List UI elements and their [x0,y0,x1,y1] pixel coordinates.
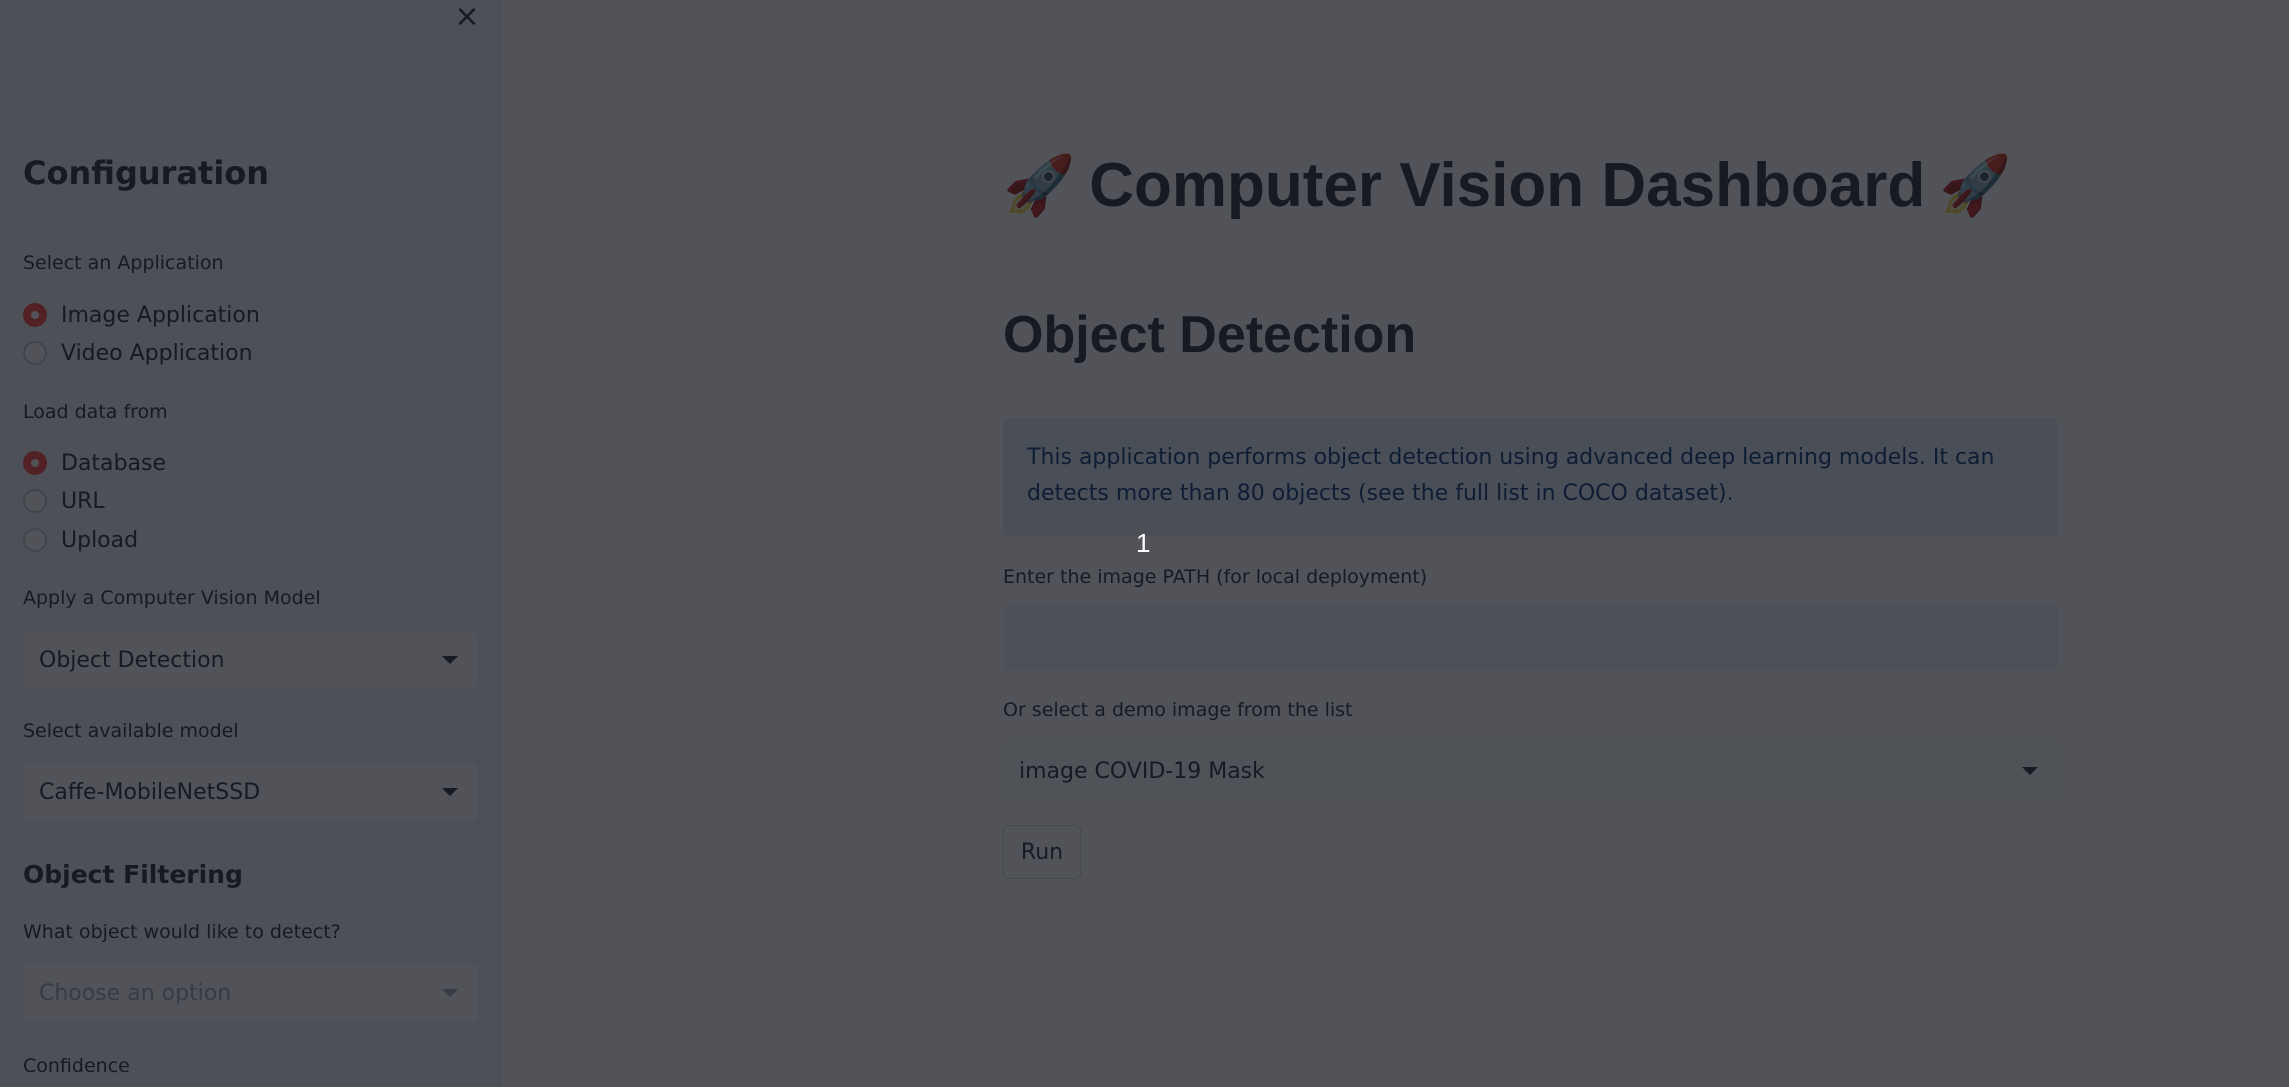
radio-label: Database [61,450,166,476]
filter-label: What object would like to detect? [23,921,341,943]
run-button[interactable]: Run [1003,825,1081,879]
chevron-down-icon [442,989,458,997]
available-model-select[interactable]: Caffe-MobileNetSSD [23,763,478,821]
model-select[interactable]: Object Detection [23,631,478,689]
section-title: Object Detection [1003,306,1417,364]
demo-image-label: Or select a demo image from the list [1003,699,1353,721]
chevron-down-icon [442,788,458,796]
close-icon[interactable]: × [452,2,482,32]
chevron-down-icon [2022,767,2038,775]
radio-upload[interactable]: Upload [23,525,138,555]
chevron-down-icon [442,656,458,664]
radio-url[interactable]: URL [23,486,105,516]
radio-label: Upload [61,527,139,553]
load-data-label: Load data from [23,401,168,423]
radio-database[interactable]: Database [23,448,166,478]
demo-image-value: image COVID-19 Mask [1019,758,1265,784]
available-model-label: Select available model [23,720,239,742]
info-box: This application performs object detecti… [1003,418,2058,536]
radio-selected-icon [23,451,47,475]
demo-image-select[interactable]: image COVID-19 Mask [1003,742,2058,800]
sidebar: × Configuration Select an Application Im… [0,0,500,1087]
radio-unselected-icon [23,528,47,552]
model-label: Apply a Computer Vision Model [23,587,321,609]
available-model-value: Caffe-MobileNetSSD [39,779,261,805]
model-select-value: Object Detection [39,647,225,673]
page-title: 🚀 Computer Vision Dashboard 🚀 [1003,150,2025,221]
rocket-icon: 🚀 [1003,152,1076,218]
image-path-input[interactable] [1003,606,2058,670]
object-filter-select[interactable]: Choose an option [23,964,478,1022]
rocket-icon: 🚀 [1939,152,2012,218]
object-filtering-title: Object Filtering [23,860,243,889]
page-title-text: Computer Vision Dashboard [1089,151,1926,220]
radio-video-application[interactable]: Video Application [23,338,253,368]
app-select-label: Select an Application [23,252,224,274]
radio-label: Image Application [61,302,260,328]
radio-label: Video Application [61,340,253,366]
confidence-label: Confidence [23,1055,130,1077]
radio-unselected-icon [23,489,47,513]
radio-label: URL [61,488,105,514]
radio-selected-icon [23,303,47,327]
image-path-label: Enter the image PATH (for local deployme… [1003,566,1428,588]
filter-placeholder: Choose an option [39,980,232,1006]
radio-image-application[interactable]: Image Application [23,300,260,330]
step-marker: 1 [1136,528,1151,558]
radio-unselected-icon [23,341,47,365]
sidebar-title: Configuration [23,154,270,192]
main-content: 🚀 Computer Vision Dashboard 🚀 Object Det… [500,0,2289,1087]
